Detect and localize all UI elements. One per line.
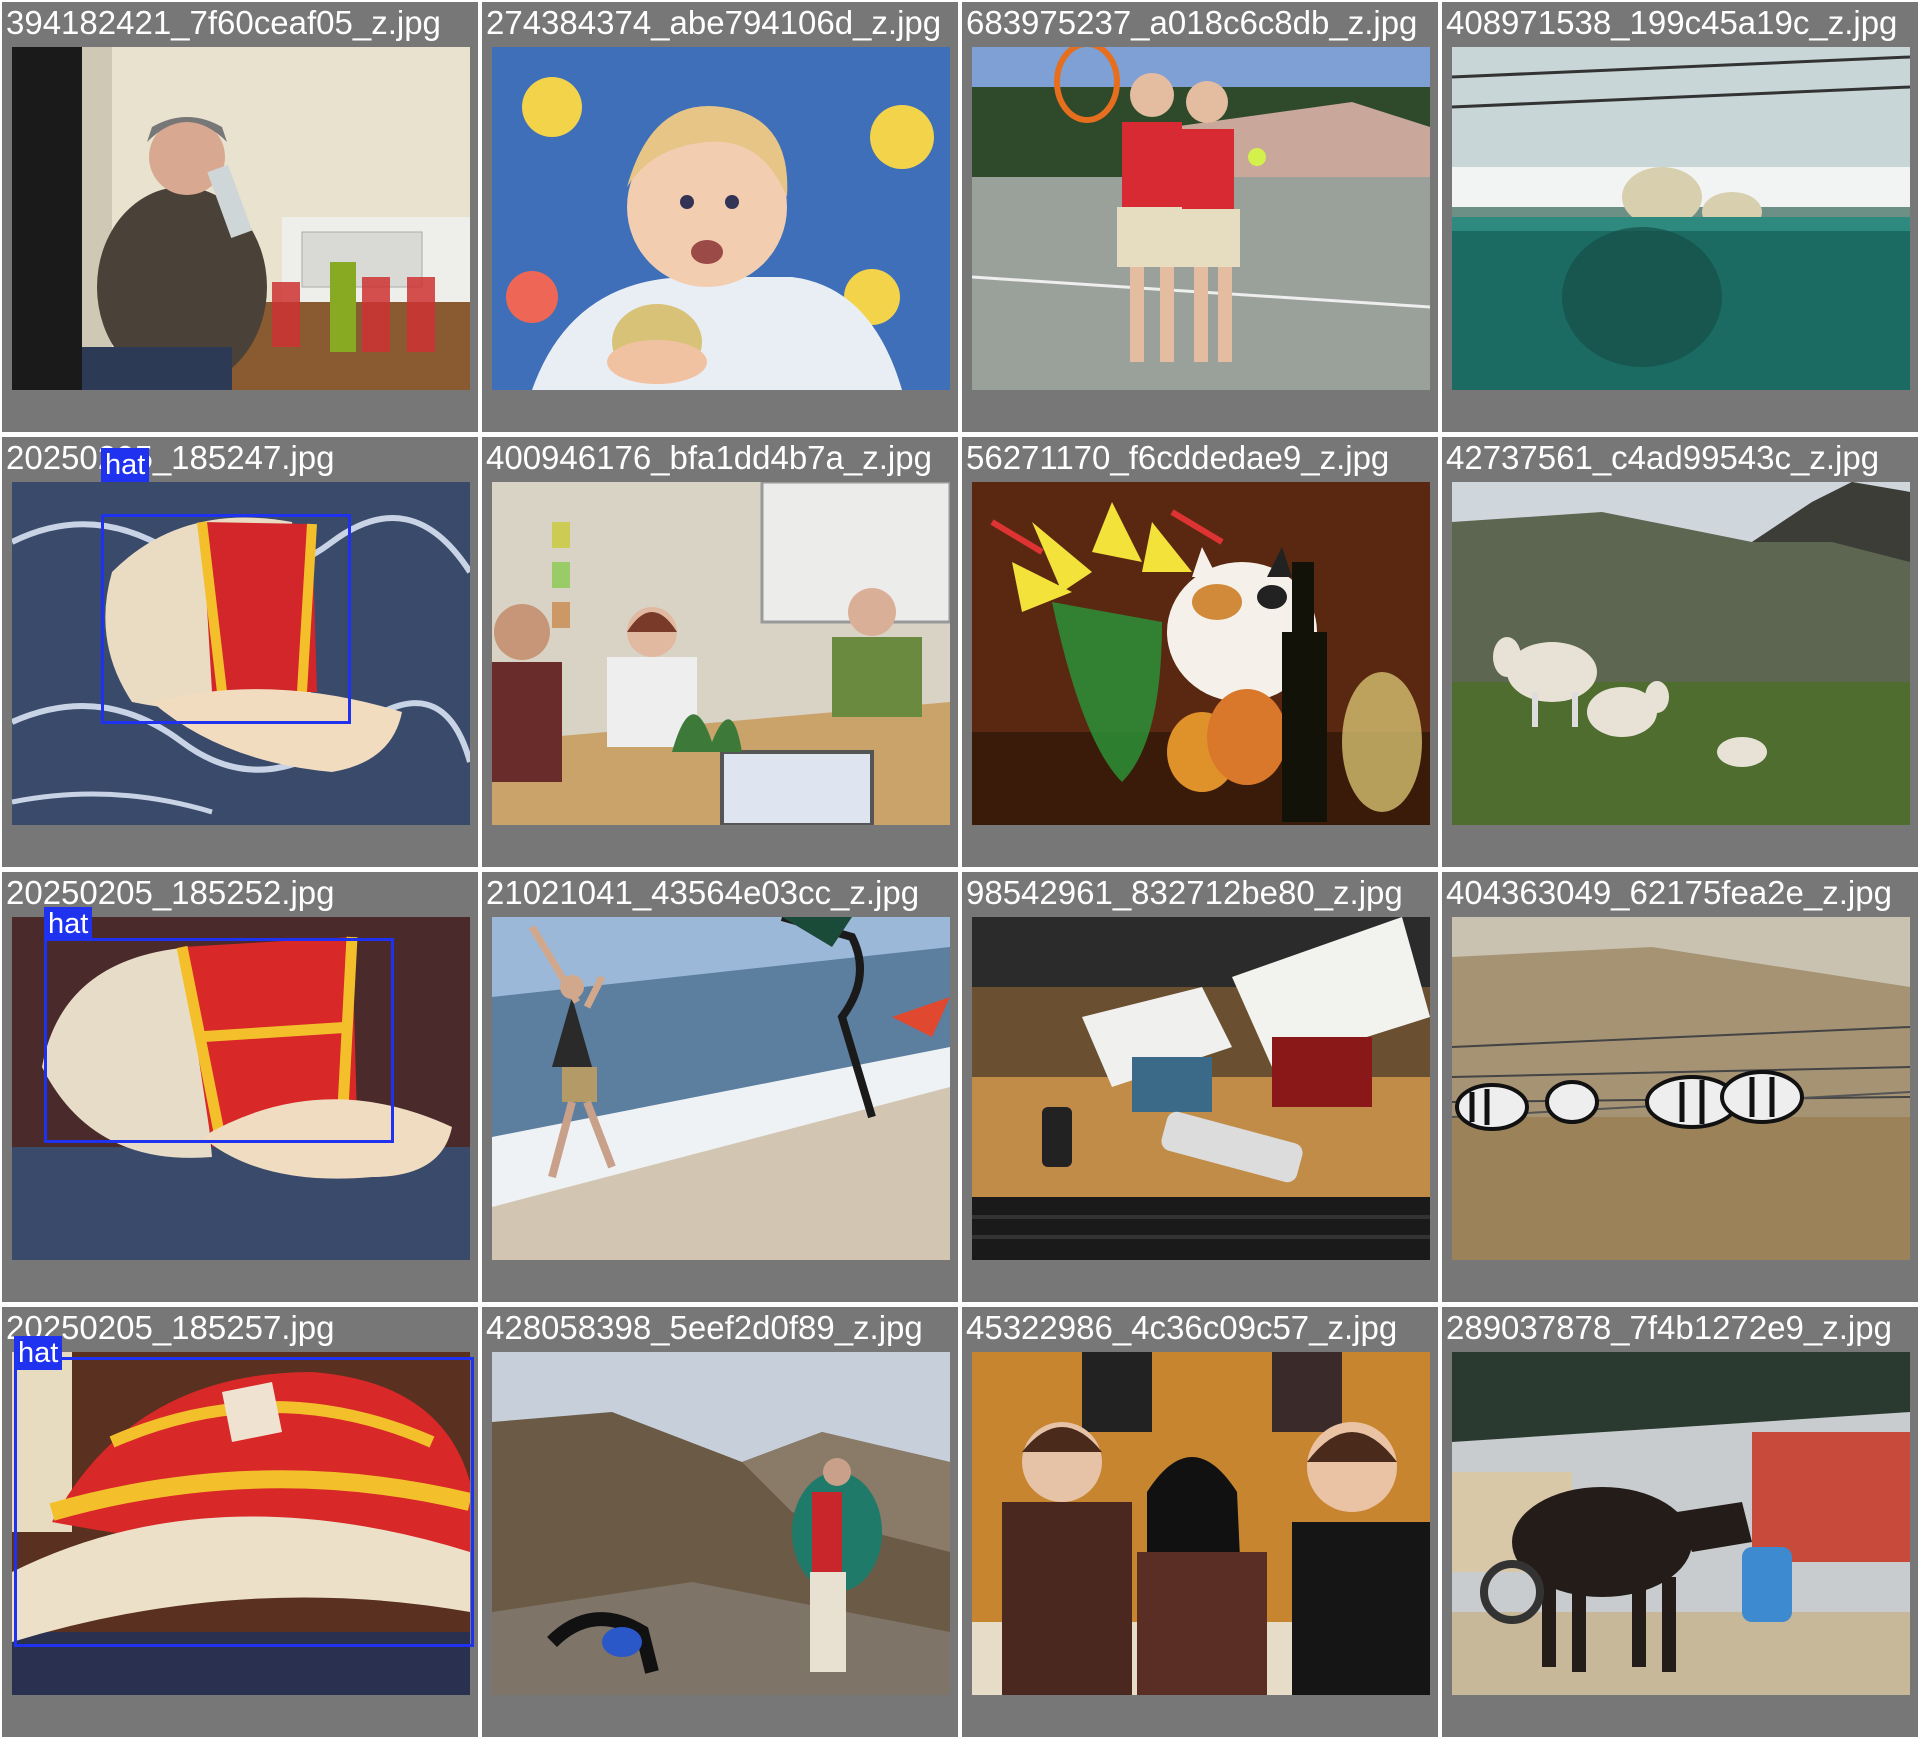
- image-filename: 56271170_f6cddedae9_z.jpg: [966, 439, 1390, 476]
- image-thumbnail: [492, 1352, 950, 1695]
- image-tile[interactable]: 42737561_c4ad99543c_z.jpg: [1442, 437, 1918, 867]
- image-tile[interactable]: 98542961_832712be80_z.jpg: [962, 872, 1438, 1302]
- image-tile[interactable]: 394182421_7f60ceaf05_z.jpg: [2, 2, 478, 432]
- image-thumbnail: [492, 482, 950, 825]
- image-tile[interactable]: 20250205_185252.jpg hat: [2, 872, 478, 1302]
- detection-label: hat: [44, 907, 93, 941]
- image-filename: 20250205_185247.jpg: [6, 439, 335, 476]
- image-filename: 408971538_199c45a19c_z.jpg: [1446, 4, 1898, 41]
- image-thumbnail: [1452, 1352, 1910, 1695]
- image-filename: 428058398_5eef2d0f89_z.jpg: [486, 1309, 923, 1346]
- image-filename: 394182421_7f60ceaf05_z.jpg: [6, 4, 441, 41]
- detection-label: hat: [101, 448, 150, 482]
- image-tile[interactable]: 56271170_f6cddedae9_z.jpg: [962, 437, 1438, 867]
- image-thumbnail: [492, 917, 950, 1260]
- image-tile[interactable]: 404363049_62175fea2e_z.jpg: [1442, 872, 1918, 1302]
- image-thumbnail: [492, 47, 950, 390]
- image-tile[interactable]: 20250205_185247.jpg hat: [2, 437, 478, 867]
- image-filename: 400946176_bfa1dd4b7a_z.jpg: [486, 439, 932, 476]
- image-thumbnail: [972, 47, 1430, 390]
- image-filename: 42737561_c4ad99543c_z.jpg: [1446, 439, 1880, 476]
- image-filename: 404363049_62175fea2e_z.jpg: [1446, 874, 1892, 911]
- image-tile[interactable]: 45322986_4c36c09c57_z.jpg: [962, 1307, 1438, 1737]
- image-filename: 683975237_a018c6c8db_z.jpg: [966, 4, 1418, 41]
- image-tile[interactable]: 400946176_bfa1dd4b7a_z.jpg: [482, 437, 958, 867]
- image-tile[interactable]: 289037878_7f4b1272e9_z.jpg: [1442, 1307, 1918, 1737]
- detection-box: [44, 938, 394, 1143]
- image-tile[interactable]: 21021041_43564e03cc_z.jpg: [482, 872, 958, 1302]
- image-tile[interactable]: 683975237_a018c6c8db_z.jpg: [962, 2, 1438, 432]
- detection-box: [14, 1357, 474, 1647]
- image-filename: 45322986_4c36c09c57_z.jpg: [966, 1309, 1398, 1346]
- image-filename: 98542961_832712be80_z.jpg: [966, 874, 1403, 911]
- image-thumbnail: [972, 917, 1430, 1260]
- image-thumbnail: [1452, 917, 1910, 1260]
- image-thumbnail: [972, 482, 1430, 825]
- detection-label: hat: [14, 1336, 63, 1370]
- image-filename: 21021041_43564e03cc_z.jpg: [486, 874, 920, 911]
- image-grid: 394182421_7f60ceaf05_z.jpg 274384374_abe…: [0, 0, 1920, 1740]
- image-thumbnail: [972, 1352, 1430, 1695]
- image-filename: 289037878_7f4b1272e9_z.jpg: [1446, 1309, 1892, 1346]
- image-tile[interactable]: 20250205_185257.jpg hat: [2, 1307, 478, 1737]
- image-tile[interactable]: 274384374_abe794106d_z.jpg: [482, 2, 958, 432]
- image-tile[interactable]: 408971538_199c45a19c_z.jpg: [1442, 2, 1918, 432]
- detection-box: [101, 514, 351, 724]
- image-filename: 274384374_abe794106d_z.jpg: [486, 4, 942, 41]
- image-tile[interactable]: 428058398_5eef2d0f89_z.jpg: [482, 1307, 958, 1737]
- image-thumbnail: [1452, 482, 1910, 825]
- image-thumbnail: [1452, 47, 1910, 390]
- image-thumbnail: [12, 47, 470, 390]
